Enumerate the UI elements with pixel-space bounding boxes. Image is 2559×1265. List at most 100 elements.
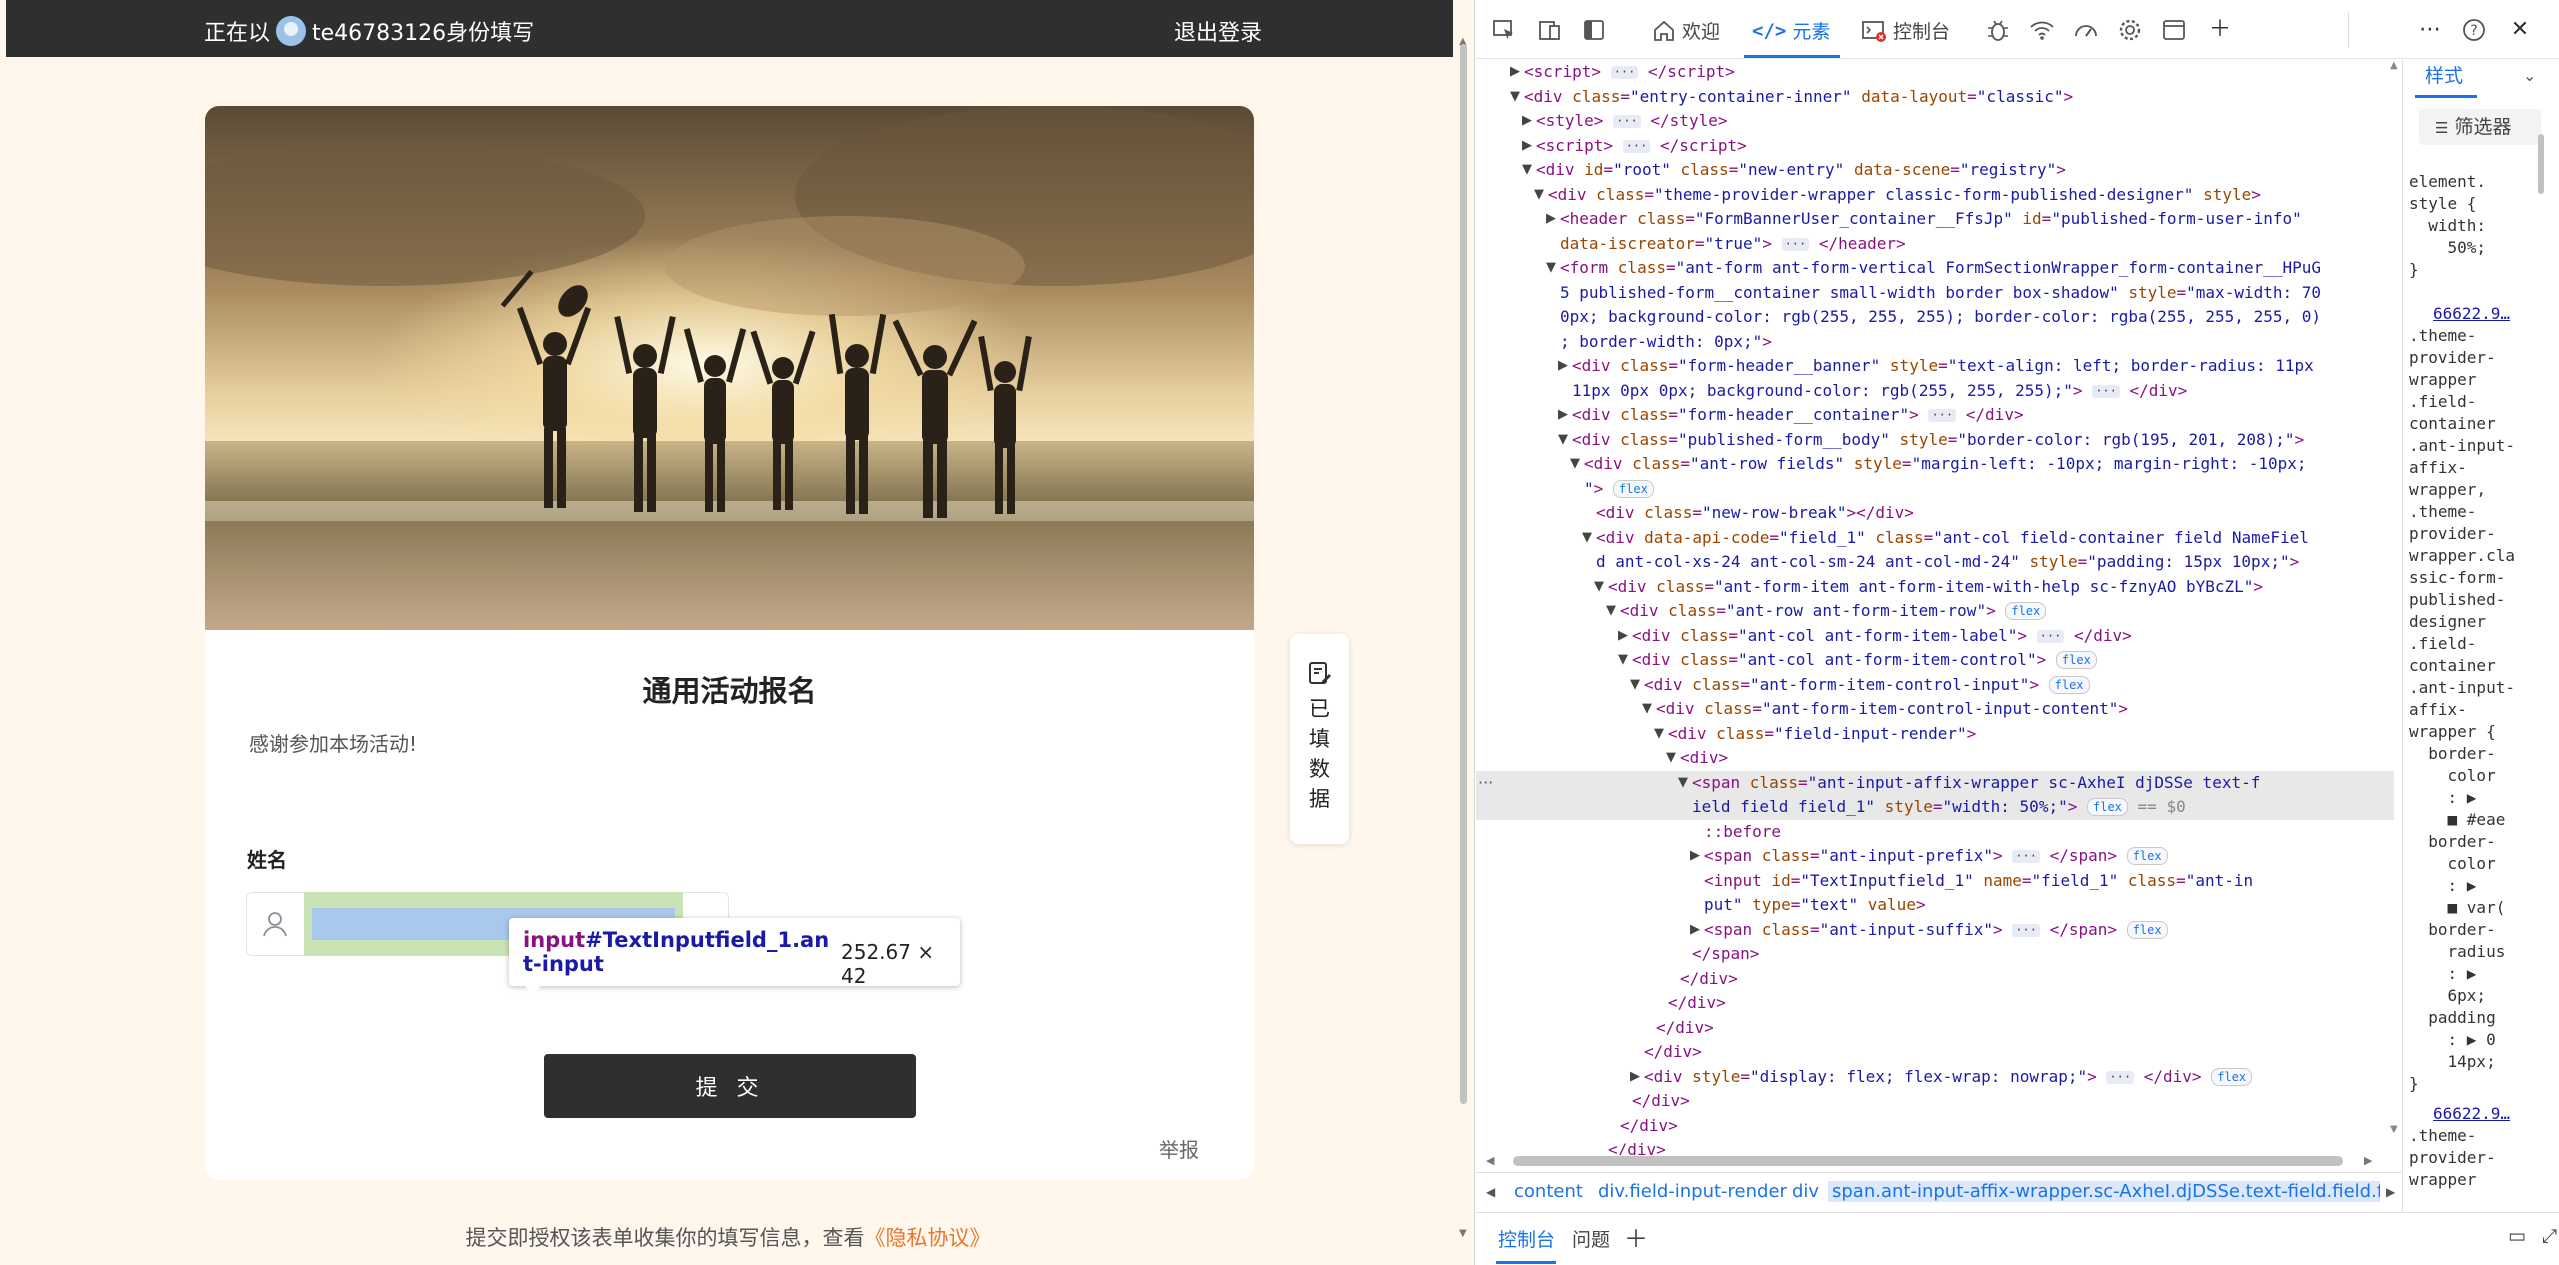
collapse-triangle-icon[interactable]: ▼ [1582, 526, 1592, 551]
expand-triangle-icon[interactable]: ▶ [1618, 624, 1628, 649]
dom-line[interactable]: ▼ <div class="theme-provider-wrapper clas… [1476, 183, 2394, 208]
add-tool-icon[interactable]: ＋ [2206, 16, 2234, 44]
dom-line[interactable]: "> flex [1476, 477, 2394, 502]
dom-line[interactable]: ield field field_1" style="width: 50%;">… [1476, 795, 2394, 820]
expand-triangle-icon[interactable]: ▶ [1522, 134, 1532, 159]
dom-line[interactable]: 11px 0px 0px; background-color: rgb(255,… [1476, 379, 2394, 404]
dom-line[interactable]: ▼ <div data-api-code="field_1" class="ant… [1476, 526, 2394, 551]
dom-line[interactable]: put" type="text" value> [1476, 893, 2394, 918]
collapse-triangle-icon[interactable]: ▼ [1666, 746, 1676, 771]
breadcrumb-scroll-left[interactable]: ◀ [1486, 1185, 1495, 1199]
dom-line[interactable]: </div> [1476, 1040, 2394, 1065]
collapse-triangle-icon[interactable]: ▼ [1618, 648, 1628, 673]
collapse-triangle-icon[interactable]: ▼ [1570, 452, 1580, 477]
bug-icon[interactable] [1984, 16, 2012, 44]
wifi-icon[interactable] [2028, 16, 2056, 44]
dom-line[interactable]: ▼ <div id="root" class="new-entry" data-s… [1476, 158, 2394, 183]
tab-console[interactable]: 控制台 [1861, 17, 1950, 44]
breadcrumb-item[interactable]: content [1514, 1181, 1583, 1202]
application-icon[interactable] [2160, 16, 2188, 44]
dom-line[interactable]: ▼ <div class="ant-form-item-control-input… [1476, 673, 2394, 698]
tab-elements[interactable]: </> 元素 [1752, 17, 1830, 44]
more-options-icon[interactable]: ⋯ [2416, 16, 2444, 44]
dom-line[interactable]: ▼ <form class="ant-form ant-form-vertical… [1476, 256, 2394, 281]
filled-data-button[interactable]: 已 填 数 据 [1290, 634, 1349, 844]
dock-icon[interactable]: ▭ [2508, 1225, 2526, 1247]
dom-line[interactable]: d ant-col-xs-24 ant-col-sm-24 ant-col-md… [1476, 550, 2394, 575]
help-icon[interactable]: ? [2460, 16, 2488, 44]
dom-line[interactable]: ▼ <div class="ant-form-item ant-form-item… [1476, 575, 2394, 600]
scroll-right-arrow[interactable]: ▶ [2364, 1154, 2372, 1167]
collapse-triangle-icon[interactable]: ▼ [1642, 697, 1652, 722]
dom-line[interactable]: </div> [1476, 967, 2394, 992]
dom-line[interactable]: ▼ <div class="entry-container-inner" data… [1476, 85, 2394, 110]
tab-styles[interactable]: 样式 [2425, 65, 2463, 87]
dom-line[interactable]: ▶ <div class="form-header__banner" style=… [1476, 354, 2394, 379]
collapse-triangle-icon[interactable]: ▼ [1522, 158, 1532, 183]
dom-line[interactable]: </div> [1476, 1114, 2394, 1139]
dom-line[interactable]: ▼ <div class="published-form__body" style… [1476, 428, 2394, 453]
dom-line[interactable]: ::before [1476, 820, 2394, 845]
collapse-triangle-icon[interactable]: ▼ [1678, 771, 1688, 796]
collapse-triangle-icon[interactable]: ▼ [1594, 575, 1604, 600]
dom-line[interactable]: ▶ <div class="ant-col ant-form-item-label… [1476, 624, 2394, 649]
add-drawer-tab-icon[interactable]: ＋ [1624, 1219, 1648, 1254]
collapse-triangle-icon[interactable]: ▼ [1630, 673, 1640, 698]
dom-line[interactable]: </div> [1476, 991, 2394, 1016]
dom-line[interactable]: </span> [1476, 942, 2394, 967]
expand-triangle-icon[interactable]: ▶ [1510, 60, 1520, 85]
style-rule-element[interactable]: element. style { width: 50%; } [2409, 171, 2549, 281]
dom-line[interactable]: ▼ <div class="ant-form-item-control-input… [1476, 697, 2394, 722]
dom-line[interactable]: ▶ <style> ··· </style> [1476, 109, 2394, 134]
expand-triangle-icon[interactable]: ▶ [1690, 918, 1700, 943]
inspect-element-icon[interactable] [1490, 16, 1518, 44]
submit-button[interactable]: 提 交 [544, 1054, 916, 1118]
logout-link[interactable]: 退出登录 [1174, 15, 1262, 47]
dom-line[interactable]: ▶ <div style="display: flex; flex-wrap: n… [1476, 1065, 2394, 1090]
privacy-policy-link[interactable]: 《隐私协议》 [865, 1226, 991, 1250]
dom-line[interactable]: ▼ <div> [1476, 746, 2394, 771]
tab-welcome[interactable]: 欢迎 [1652, 17, 1720, 44]
collapse-triangle-icon[interactable]: ▼ [1654, 722, 1664, 747]
chevron-down-icon[interactable]: ⌄ [2523, 65, 2536, 87]
expand-triangle-icon[interactable]: ▶ [1690, 844, 1700, 869]
dom-line[interactable]: ▼ <div class="ant-row ant-form-item-row">… [1476, 599, 2394, 624]
drawer-tab-issues[interactable]: 问题 [1572, 1225, 1610, 1252]
performance-icon[interactable] [2072, 16, 2100, 44]
expand-triangle-icon[interactable]: ▶ [1558, 403, 1568, 428]
dom-line[interactable]: ▼ <div class="field-input-render"> [1476, 722, 2394, 747]
sidebar-toggle-icon[interactable] [1580, 16, 1608, 44]
dom-line[interactable]: 5 published-form__container small-width … [1476, 281, 2394, 306]
breadcrumb-item[interactable]: div [1792, 1181, 1819, 1202]
collapse-triangle-icon[interactable]: ▼ [1606, 599, 1616, 624]
dom-line[interactable]: ▶ <span class="ant-input-suffix"> ··· </s… [1476, 918, 2394, 943]
device-emulation-icon[interactable] [1536, 16, 1564, 44]
dom-line[interactable]: ▼ <div class="ant-col ant-form-item-contr… [1476, 648, 2394, 673]
dom-line[interactable]: ▶ <div class="form-header__container"> ··… [1476, 403, 2394, 428]
breadcrumb-scroll-right[interactable]: ▶ [2386, 1185, 2395, 1199]
scroll-up-arrow[interactable]: ▲ [2390, 60, 2398, 71]
dom-tree[interactable]: ▶ <script> ··· </script> ▼ <div class="entr… [1476, 60, 2394, 1155]
breadcrumb-item[interactable]: div.field-input-render [1598, 1181, 1787, 1202]
scroll-down-arrow[interactable]: ▼ [1459, 1228, 1467, 1239]
expand-triangle-icon[interactable]: ▶ [1558, 354, 1568, 379]
dom-line[interactable]: data-iscreator="true"> ··· </header> [1476, 232, 2394, 257]
styles-scrollbar[interactable] [2536, 104, 2546, 1204]
scrollbar-thumb[interactable] [2538, 134, 2544, 194]
dom-line[interactable]: ▶ <header class="FormBannerUser_container… [1476, 207, 2394, 232]
collapse-triangle-icon[interactable]: ▼ [1534, 183, 1544, 208]
scrollbar-thumb[interactable] [1460, 44, 1467, 1104]
collapse-triangle-icon[interactable]: ▼ [1510, 85, 1520, 110]
dom-line[interactable]: ▶ <script> ··· </script> [1476, 134, 2394, 159]
dom-line[interactable]: </div> [1476, 1089, 2394, 1114]
dom-line[interactable]: <input id="TextInputfield_1" name="field… [1476, 869, 2394, 894]
dom-line[interactable]: <div class="new-row-break"></div> [1476, 501, 2394, 526]
drawer-tab-console[interactable]: 控制台 [1498, 1225, 1555, 1252]
dom-horizontal-scrollbar[interactable]: ◀ ▶ [1476, 1152, 2380, 1172]
expand-icon[interactable]: ⤢ [2542, 1225, 2557, 1247]
dom-line[interactable]: ; border-width: 0px;"> [1476, 330, 2394, 355]
collapse-triangle-icon[interactable]: ▼ [1558, 428, 1568, 453]
gear-icon[interactable] [2116, 16, 2144, 44]
style-rule-affix-wrapper[interactable]: .theme- provider- wrapper .field- contai… [2409, 325, 2549, 1095]
dom-vertical-scrollbar[interactable]: ▲ ▼ [2390, 60, 2402, 1150]
